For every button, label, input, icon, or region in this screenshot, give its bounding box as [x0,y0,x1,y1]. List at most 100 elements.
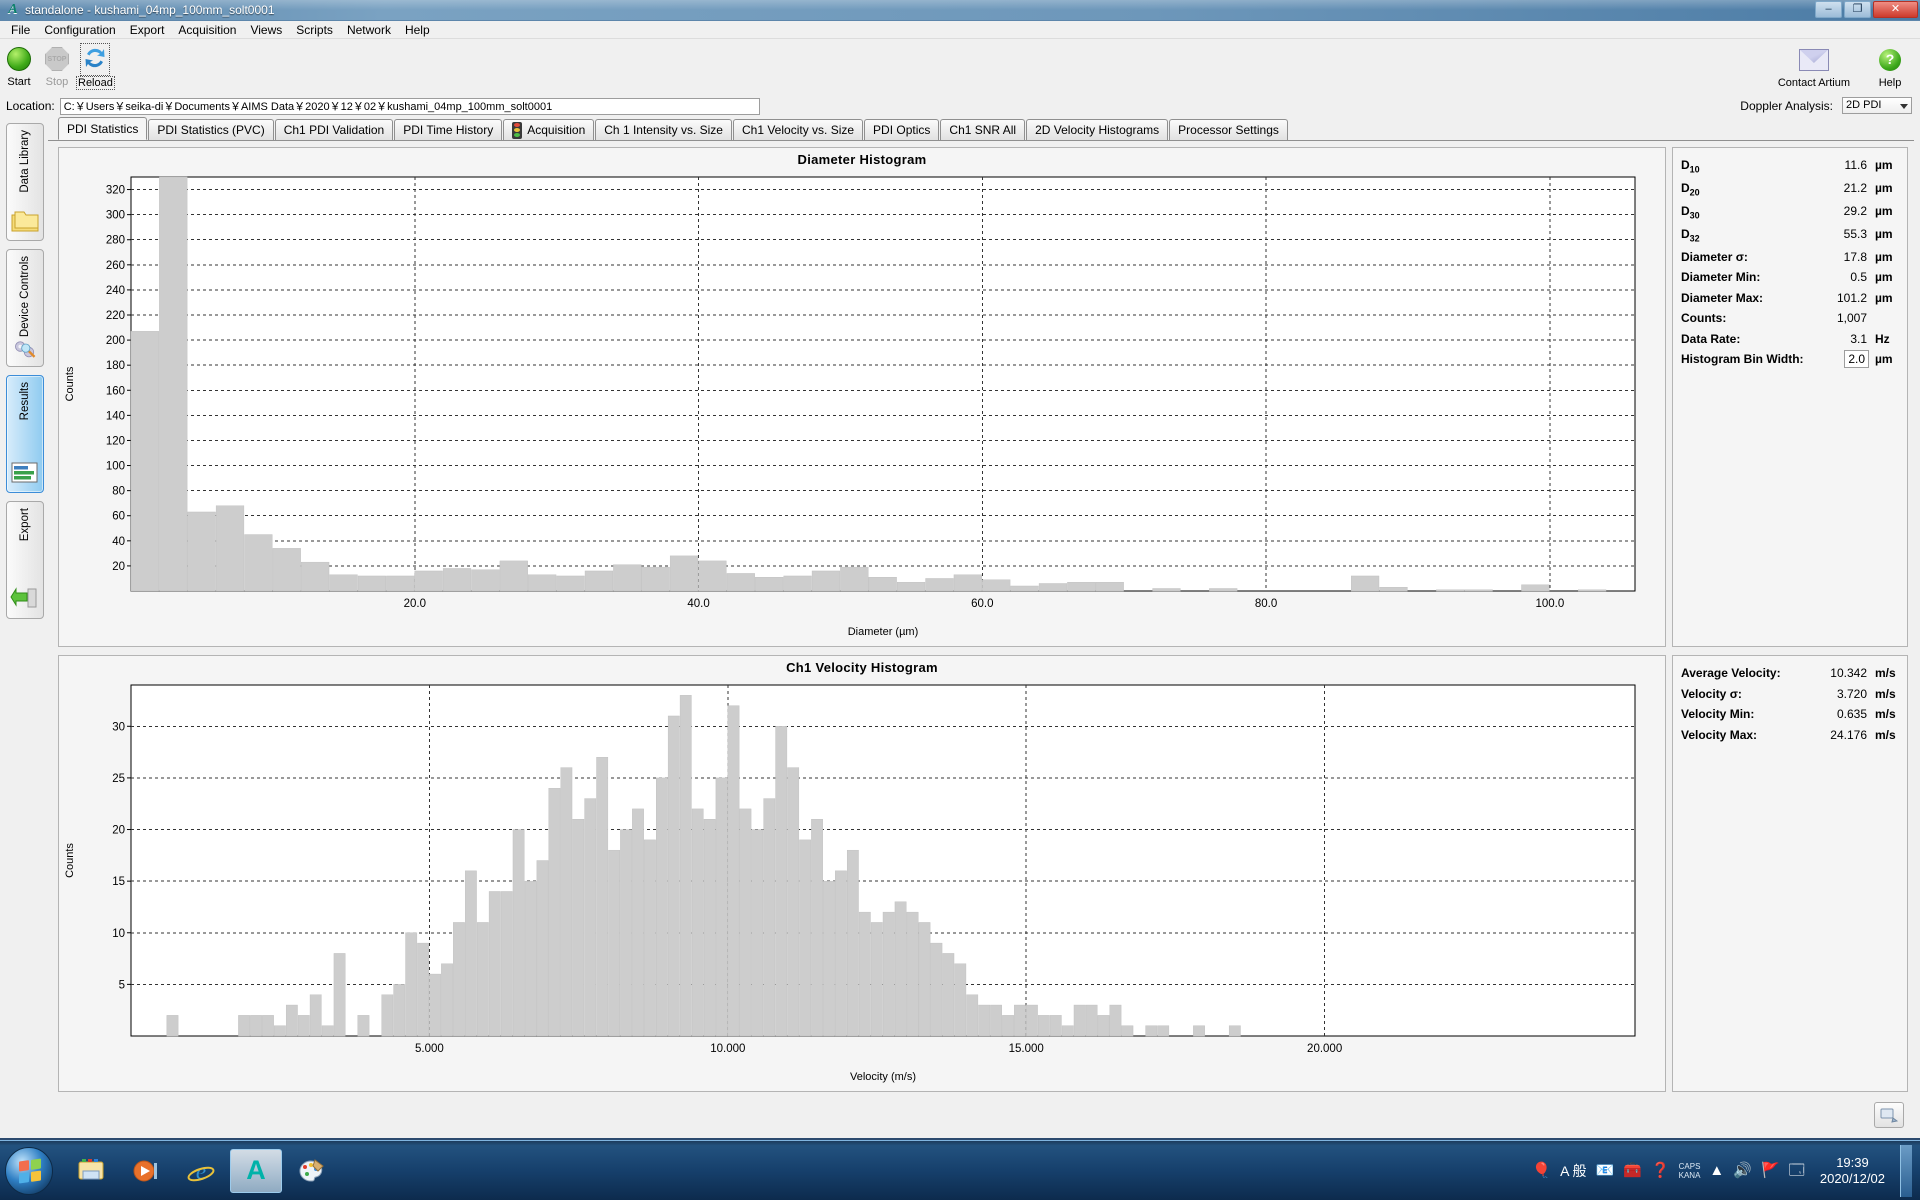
menu-item-acquisition[interactable]: Acquisition [171,22,243,38]
folders-icon [11,211,39,232]
tab-pdi-optics[interactable]: PDI Optics [864,119,940,140]
reload-icon [85,48,105,67]
maximize-button[interactable]: ❐ [1844,1,1871,18]
ie-icon: e [187,1159,215,1184]
stat-label: Velocity σ: [1681,686,1742,701]
svg-text:30: 30 [112,721,125,733]
show-hidden-icons-chevron-icon[interactable]: ▲ [1709,1163,1724,1178]
location-input[interactable] [59,97,760,115]
clock-time: 19:39 [1836,1154,1869,1170]
doppler-analysis-group: Doppler Analysis: 2D PDI [1740,97,1912,114]
stat-diameter-sigma: Diameter σ: 17.8 µm [1681,250,1899,264]
diameter-histogram-panel: Diameter Histogram 20 40 60 80 100 120 140 160 1… [58,147,1666,647]
svg-text:15.000: 15.000 [1009,1043,1044,1055]
tab-acquisition[interactable]: Acquisition [503,119,595,140]
stat-d30: D30 29.2 µm [1681,204,1899,220]
tab-ch1-snr-all[interactable]: Ch1 SNR All [940,119,1026,140]
stat-unit: m/s [1875,707,1896,721]
volume-icon[interactable]: 🔊 [1733,1163,1752,1178]
ime-help-icon[interactable]: ❓ [1651,1163,1670,1178]
tab-pdi-statistics-pvc[interactable]: PDI Statistics (PVC) [148,119,274,140]
help-button[interactable]: ? Help [1868,43,1912,89]
menu-item-configuration[interactable]: Configuration [37,22,122,38]
screenshot-button[interactable] [1874,1102,1904,1128]
envelope-icon [1798,49,1829,71]
clock[interactable]: 19:39 2020/12/02 [1814,1155,1885,1187]
tab-2d-velocity-histograms[interactable]: 2D Velocity Histograms [1026,119,1169,140]
contact-artium-button[interactable]: Contact Artium [1778,43,1850,89]
velocity-histogram-plot[interactable]: 5 10 15 20 25 30 5.000 10.000 15.000 20.000 Veloci… [59,677,1665,1086]
tab-pdi-statistics[interactable]: PDI Statistics [58,117,148,140]
doppler-analysis-label: Doppler Analysis: [1740,98,1833,113]
svg-text:5.000: 5.000 [415,1043,444,1055]
histogram-bin-width-input[interactable]: 2.0 [1844,350,1869,369]
sidebar-item-export[interactable]: Export [6,501,44,619]
caps-kana-indicator[interactable]: CAPS KANA [1679,1162,1701,1180]
reload-focus-ring [80,42,110,76]
tab-ch1-pdi-validation[interactable]: Ch1 PDI Validation [274,119,394,140]
menu-item-views[interactable]: Views [243,22,289,38]
stat-label: Data Rate: [1681,331,1741,346]
taskbar-internet-explorer-button[interactable]: e [175,1149,227,1193]
svg-text:20.000: 20.000 [1307,1043,1342,1055]
stat-value: 3.720 [1836,686,1867,701]
sidebar-item-results[interactable]: Results [6,375,44,493]
menu-item-network[interactable]: Network [340,22,398,38]
panels-container: Diameter Histogram 20 40 60 80 100 120 140 160 1… [48,141,1914,1092]
tab-processor-settings[interactable]: Processor Settings [1169,119,1288,140]
tab-label: Processor Settings [1178,123,1279,137]
svg-text:140: 140 [106,410,125,422]
stat-counts: Counts: 1,007 [1681,311,1899,325]
stat-data-rate: Data Rate: 3.1 Hz [1681,332,1899,346]
tab-pdi-time-history[interactable]: PDI Time History [394,119,503,140]
menu-item-file[interactable]: File [4,22,37,38]
taskbar-explorer-button[interactable] [65,1149,117,1193]
menu-item-export[interactable]: Export [123,22,172,38]
content-area: PDI Statistics PDI Statistics (PVC) Ch1 … [48,117,1920,1138]
ime-pad-icon[interactable]: 📧 [1596,1163,1615,1178]
show-desktop-button[interactable] [1900,1144,1912,1197]
reload-button[interactable]: Reload [76,42,115,90]
menu-item-help[interactable]: Help [398,22,437,38]
sidebar-item-label: Results [19,382,31,421]
notification-balloon-icon[interactable]: 🎈 [1532,1163,1551,1178]
svg-text:160: 160 [106,385,125,397]
action-center-icon[interactable]: 🗔 [1789,1163,1805,1178]
stop-button[interactable]: STOP Stop [38,42,76,88]
svg-text:Velocity (m/s): Velocity (m/s) [850,1071,916,1083]
diameter-histogram-plot[interactable]: 20 40 60 80 100 120 140 160 180 200 220 240 260 280 30… [59,169,1665,641]
sidebar-item-label: Device Controls [19,256,31,338]
export-arrow-icon [10,587,37,608]
stat-unit: µm [1875,180,1893,195]
doppler-analysis-select[interactable]: 2D PDI [1842,97,1912,114]
stat-unit: m/s [1875,686,1896,701]
ime-mode-indicator[interactable]: A 般 [1560,1161,1586,1181]
stat-label: Average Velocity: [1681,666,1781,680]
sidebar-item-device-controls[interactable]: Device Controls [6,249,44,367]
bar-chart-icon [11,462,38,483]
ime-tools-icon[interactable]: 🧰 [1623,1163,1642,1178]
taskbar-media-player-button[interactable] [120,1149,172,1193]
caps-label: CAPS [1678,1161,1701,1171]
stat-sub: 32 [1689,233,1700,244]
reload-label: Reload [76,76,115,90]
stat-label: D [1681,203,1690,218]
network-icon[interactable]: 🚩 [1761,1163,1780,1178]
sidebar-item-data-library[interactable]: Data Library [6,123,44,241]
taskbar-artium-button[interactable]: A [230,1148,282,1193]
close-button[interactable]: ✕ [1873,1,1918,18]
svg-text:100.0: 100.0 [1535,598,1564,610]
gears-magnifier-icon [15,341,36,358]
start-orb[interactable] [5,1146,53,1195]
start-button[interactable]: Start [0,42,38,88]
menu-item-scripts[interactable]: Scripts [289,22,340,38]
tab-ch1-velocity-vs-size[interactable]: Ch1 Velocity vs. Size [732,119,864,140]
svg-text:120: 120 [106,435,125,447]
minimize-button[interactable]: – [1815,1,1842,18]
status-strip [48,1100,1914,1138]
main-body: Data Library Device Controls Results Exp… [0,117,1920,1138]
tab-ch1-intensity-vs-size[interactable]: Ch 1 Intensity vs. Size [595,119,732,140]
tab-label: Ch1 SNR All [949,123,1017,137]
velocity-stats-panel: Average Velocity: 10.342 m/s Velocity σ:… [1672,655,1908,1092]
taskbar-paint-button[interactable] [285,1149,337,1193]
